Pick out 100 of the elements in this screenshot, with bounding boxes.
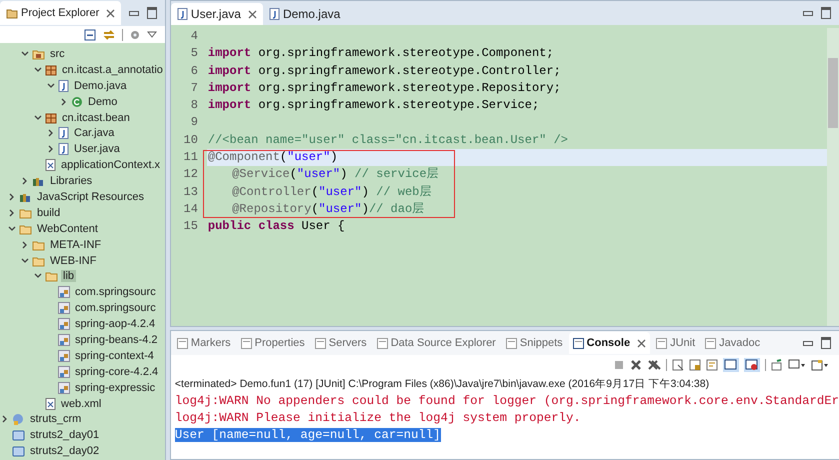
line-number: 8: [190, 97, 199, 114]
folder-icon: [19, 206, 32, 219]
tree-item[interactable]: struts2_day01: [28, 429, 102, 442]
view-tab[interactable]: Properties: [236, 332, 309, 354]
remove-all-icon[interactable]: [647, 359, 662, 371]
show-console-icon[interactable]: [744, 358, 760, 372]
closed-folder-icon: [12, 429, 25, 442]
console-output-line: log4j:WARN Please initialize the log4j system properly.: [174, 411, 581, 425]
view-tab[interactable]: Javadoc: [701, 332, 764, 354]
view-icon: [572, 338, 584, 348]
tree-item[interactable]: Car.java: [72, 127, 116, 140]
chevron-down-icon[interactable]: [8, 224, 16, 233]
tree-item[interactable]: Libraries: [48, 175, 94, 188]
line-number: 6: [190, 62, 199, 80]
maximize-icon[interactable]: [821, 7, 832, 19]
package-icon: [45, 112, 57, 124]
tree-item[interactable]: com.springsourc: [73, 286, 158, 298]
chevron-right-icon[interactable]: [20, 177, 28, 186]
tree-item[interactable]: spring-core-4.2.4: [73, 366, 160, 378]
chevron-right-icon[interactable]: [8, 208, 16, 217]
tree-item[interactable]: lib: [61, 270, 76, 282]
tree-item[interactable]: spring-expressic: [73, 382, 158, 394]
close-icon[interactable]: [248, 10, 257, 18]
view-tab[interactable]: Markers: [172, 332, 235, 354]
view-tab[interactable]: JUnit: [652, 332, 700, 354]
tree-item[interactable]: cn.itcast.a_annotatio: [60, 64, 165, 76]
dropdown-icon[interactable]: [146, 30, 157, 38]
tree-item[interactable]: applicationContext.x: [59, 159, 162, 172]
remove-icon[interactable]: [630, 359, 642, 371]
chevron-right-icon[interactable]: [46, 145, 54, 154]
close-icon[interactable]: [637, 338, 646, 348]
line-number: 4: [190, 28, 199, 45]
view-icon: [656, 338, 668, 348]
package-icon: [45, 64, 57, 76]
scrollbar[interactable]: [827, 28, 839, 326]
tree-item[interactable]: JavaScript Resources: [35, 190, 146, 203]
view-tab[interactable]: Console: [568, 332, 650, 354]
line-number: 15: [182, 218, 199, 236]
tree-item[interactable]: META-INF: [48, 238, 104, 251]
pin-console-icon[interactable]: [723, 358, 740, 372]
close-icon[interactable]: [106, 8, 116, 18]
chevron-right-icon[interactable]: [8, 192, 16, 201]
view-tab[interactable]: Project Explorer: [0, 1, 122, 25]
java-file-icon: [58, 80, 69, 92]
view-tab[interactable]: Servers: [310, 332, 371, 354]
chevron-down-icon[interactable]: [46, 82, 54, 90]
file-tab[interactable]: User.java: [170, 3, 263, 25]
tree-item[interactable]: build: [35, 206, 62, 219]
tree-item[interactable]: cn.itcast.bean: [60, 112, 132, 124]
tree-item[interactable]: Demo.java: [72, 80, 129, 92]
chevron-down-icon[interactable]: [20, 50, 28, 58]
code-line: public class User {: [208, 219, 345, 234]
xml-file-icon: [45, 398, 56, 410]
clear-console-icon[interactable]: [672, 359, 684, 371]
open-console-icon[interactable]: [811, 359, 830, 371]
chevron-right-icon[interactable]: [20, 240, 28, 249]
tree-item[interactable]: web.xml: [59, 398, 104, 410]
folder-icon: [32, 254, 45, 267]
minimize-icon[interactable]: [128, 10, 139, 16]
view-icon: [705, 338, 716, 348]
collapse-all-icon[interactable]: [84, 28, 96, 40]
tree-item[interactable]: spring-context-4: [73, 350, 156, 362]
tree-item[interactable]: src: [48, 48, 67, 60]
code-line: import org.springframework.stereotype.Repository;: [208, 80, 561, 95]
chevron-right-icon[interactable]: [0, 415, 8, 424]
scroll-lock-icon[interactable]: [689, 359, 702, 371]
code-line: @Controller("user") // web层: [232, 184, 432, 199]
code-line: @Repository("user")// dao层: [232, 202, 424, 216]
word-wrap-icon[interactable]: [706, 359, 718, 371]
maximize-icon[interactable]: [821, 337, 832, 349]
tree-item[interactable]: spring-aop-4.2.4: [73, 318, 158, 330]
chevron-down-icon[interactable]: [34, 272, 42, 280]
chevron-down-icon[interactable]: [34, 114, 42, 122]
tree-item[interactable]: WEB-INF: [48, 254, 98, 267]
view-icon: [506, 338, 517, 348]
maximize-icon[interactable]: [146, 7, 157, 19]
line-number: 9: [190, 114, 199, 132]
chevron-down-icon[interactable]: [20, 256, 28, 265]
chevron-right-icon[interactable]: [60, 98, 68, 106]
tree-item[interactable]: WebContent: [35, 222, 100, 235]
java-file-icon: [58, 127, 69, 140]
tree-item[interactable]: struts_crm: [28, 413, 84, 426]
display-console-icon[interactable]: [788, 359, 806, 371]
code-line: import org.springframework.stereotype.Component;: [208, 46, 554, 60]
chevron-right-icon[interactable]: [46, 129, 54, 138]
minimize-icon[interactable]: [803, 10, 814, 16]
project-icon: [12, 413, 25, 426]
file-tab[interactable]: Demo.java: [262, 3, 346, 25]
minimize-icon[interactable]: [803, 340, 814, 346]
folder-icon: [32, 238, 45, 251]
tree-item[interactable]: com.springsourc: [73, 302, 158, 314]
new-console-icon[interactable]: [771, 359, 784, 371]
view-tab[interactable]: Data Source Explorer: [372, 332, 500, 354]
tree-item[interactable]: spring-beans-4.2: [73, 334, 160, 346]
view-icon: [314, 338, 326, 348]
tree-item[interactable]: Demo: [86, 96, 120, 108]
tree-item[interactable]: struts2_day02: [28, 445, 102, 458]
view-tab[interactable]: Snippets: [502, 332, 567, 354]
chevron-down-icon[interactable]: [34, 66, 42, 74]
tree-item[interactable]: User.java: [72, 143, 122, 156]
